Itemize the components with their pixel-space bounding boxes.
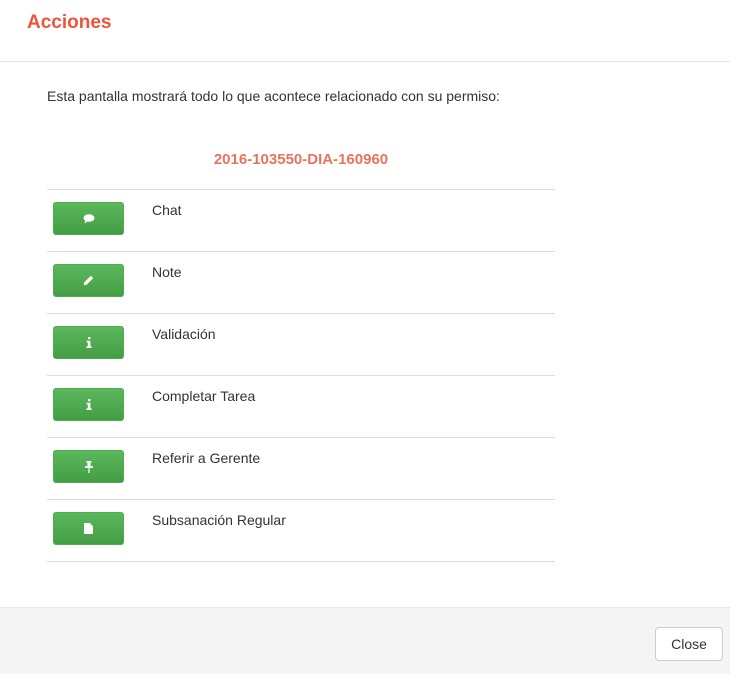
pushpin-icon [84,460,93,473]
action-label-subsanacion-regular: Subsanación Regular [152,512,286,528]
action-row-chat: Chat [47,190,555,252]
validacion-button[interactable] [53,326,124,359]
modal-title: Acciones [27,12,112,33]
modal-footer: Close [0,607,730,674]
pencil-icon [83,275,94,286]
info-icon [85,337,92,348]
modal-body: Esta pantalla mostrará todo lo que acont… [0,62,730,607]
action-row-validacion: Validación [47,314,555,376]
permit-code: 2016-103550-DIA-160960 [213,151,389,168]
actions-modal: Acciones Esta pantalla mostrará todo lo … [0,0,730,674]
action-label-completar-tarea: Completar Tarea [152,388,256,404]
action-label-referir-gerente: Referir a Gerente [152,450,261,466]
action-row-completar-tarea: Completar Tarea [47,376,555,438]
modal-header: Acciones [0,0,730,62]
completar-tarea-button[interactable] [53,388,124,421]
info-icon [85,399,92,410]
action-row-referir-gerente: Referir a Gerente [47,438,555,500]
actions-list: Chat Note Validación Completar Tarea Ref… [47,189,555,562]
chat-button[interactable] [53,202,124,235]
referir-gerente-button[interactable] [53,450,124,483]
action-row-subsanacion-regular: Subsanación Regular [47,500,555,562]
subsanacion-regular-button[interactable] [53,512,124,545]
action-label-chat: Chat [152,202,182,218]
file-icon [84,523,93,534]
action-label-note: Note [152,264,182,280]
comment-icon [83,213,95,224]
action-label-validacion: Validación [152,326,216,342]
intro-text: Esta pantalla mostrará todo lo que acont… [47,88,500,104]
note-button[interactable] [53,264,124,297]
action-row-note: Note [47,252,555,314]
close-button[interactable]: Close [655,627,723,661]
